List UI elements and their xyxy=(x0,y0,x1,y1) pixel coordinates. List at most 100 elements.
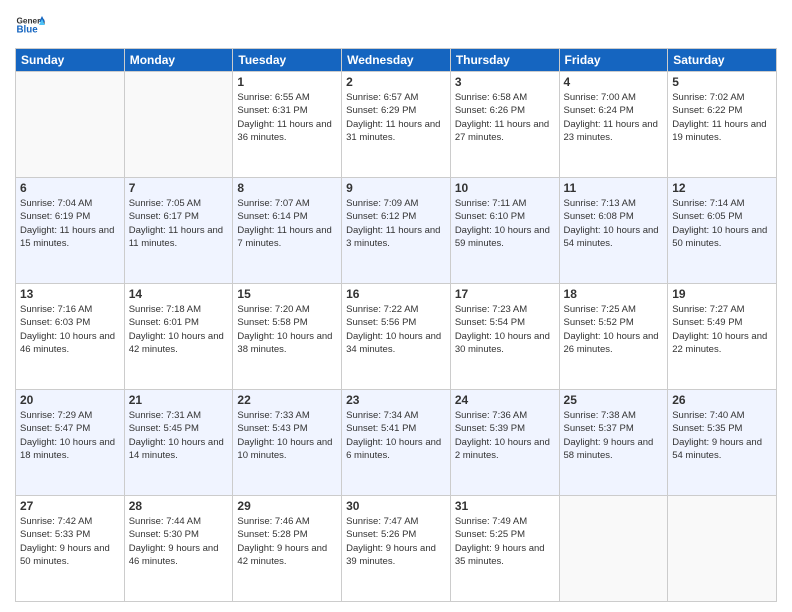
day-number: 30 xyxy=(346,499,446,513)
day-info: Sunrise: 7:40 AM Sunset: 5:35 PM Dayligh… xyxy=(672,409,772,462)
day-info: Sunrise: 7:38 AM Sunset: 5:37 PM Dayligh… xyxy=(564,409,664,462)
day-info: Sunrise: 7:16 AM Sunset: 6:03 PM Dayligh… xyxy=(20,303,120,356)
day-number: 1 xyxy=(237,75,337,89)
day-number: 29 xyxy=(237,499,337,513)
calendar-cell: 20 Sunrise: 7:29 AM Sunset: 5:47 PM Dayli… xyxy=(16,390,125,496)
day-info: Sunrise: 7:47 AM Sunset: 5:26 PM Dayligh… xyxy=(346,515,446,568)
day-info: Sunrise: 7:09 AM Sunset: 6:12 PM Dayligh… xyxy=(346,197,446,250)
calendar-week-row: 13 Sunrise: 7:16 AM Sunset: 6:03 PM Dayli… xyxy=(16,284,777,390)
day-info: Sunrise: 7:02 AM Sunset: 6:22 PM Dayligh… xyxy=(672,91,772,144)
day-number: 17 xyxy=(455,287,555,301)
calendar-cell: 24 Sunrise: 7:36 AM Sunset: 5:39 PM Dayli… xyxy=(450,390,559,496)
day-number: 8 xyxy=(237,181,337,195)
day-info: Sunrise: 7:49 AM Sunset: 5:25 PM Dayligh… xyxy=(455,515,555,568)
calendar-cell: 3 Sunrise: 6:58 AM Sunset: 6:26 PM Daylig… xyxy=(450,72,559,178)
calendar-cell: 11 Sunrise: 7:13 AM Sunset: 6:08 PM Dayli… xyxy=(559,178,668,284)
day-number: 15 xyxy=(237,287,337,301)
svg-text:Blue: Blue xyxy=(17,25,39,36)
calendar-cell: 12 Sunrise: 7:14 AM Sunset: 6:05 PM Dayli… xyxy=(668,178,777,284)
calendar-table: SundayMondayTuesdayWednesdayThursdayFrid… xyxy=(15,48,777,602)
day-info: Sunrise: 7:04 AM Sunset: 6:19 PM Dayligh… xyxy=(20,197,120,250)
day-info: Sunrise: 7:25 AM Sunset: 5:52 PM Dayligh… xyxy=(564,303,664,356)
day-number: 31 xyxy=(455,499,555,513)
calendar-week-row: 6 Sunrise: 7:04 AM Sunset: 6:19 PM Daylig… xyxy=(16,178,777,284)
calendar-cell: 29 Sunrise: 7:46 AM Sunset: 5:28 PM Dayli… xyxy=(233,496,342,602)
day-number: 28 xyxy=(129,499,229,513)
day-number: 22 xyxy=(237,393,337,407)
day-number: 13 xyxy=(20,287,120,301)
calendar-cell: 2 Sunrise: 6:57 AM Sunset: 6:29 PM Daylig… xyxy=(342,72,451,178)
calendar-cell: 16 Sunrise: 7:22 AM Sunset: 5:56 PM Dayli… xyxy=(342,284,451,390)
day-info: Sunrise: 6:57 AM Sunset: 6:29 PM Dayligh… xyxy=(346,91,446,144)
day-number: 4 xyxy=(564,75,664,89)
day-number: 27 xyxy=(20,499,120,513)
day-header-tuesday: Tuesday xyxy=(233,49,342,72)
calendar-cell xyxy=(559,496,668,602)
day-info: Sunrise: 6:55 AM Sunset: 6:31 PM Dayligh… xyxy=(237,91,337,144)
day-header-friday: Friday xyxy=(559,49,668,72)
day-number: 11 xyxy=(564,181,664,195)
day-number: 3 xyxy=(455,75,555,89)
day-info: Sunrise: 7:22 AM Sunset: 5:56 PM Dayligh… xyxy=(346,303,446,356)
day-number: 7 xyxy=(129,181,229,195)
day-info: Sunrise: 7:20 AM Sunset: 5:58 PM Dayligh… xyxy=(237,303,337,356)
day-info: Sunrise: 7:36 AM Sunset: 5:39 PM Dayligh… xyxy=(455,409,555,462)
day-info: Sunrise: 7:33 AM Sunset: 5:43 PM Dayligh… xyxy=(237,409,337,462)
calendar-cell: 23 Sunrise: 7:34 AM Sunset: 5:41 PM Dayli… xyxy=(342,390,451,496)
day-info: Sunrise: 7:11 AM Sunset: 6:10 PM Dayligh… xyxy=(455,197,555,250)
day-number: 19 xyxy=(672,287,772,301)
day-header-sunday: Sunday xyxy=(16,49,125,72)
day-number: 9 xyxy=(346,181,446,195)
day-number: 25 xyxy=(564,393,664,407)
calendar-cell xyxy=(124,72,233,178)
calendar-cell: 14Sunrise: 7:18 AM Sunset: 6:01 PM Dayli… xyxy=(124,284,233,390)
day-info: Sunrise: 7:29 AM Sunset: 5:47 PM Dayligh… xyxy=(20,409,120,462)
calendar-cell xyxy=(16,72,125,178)
day-number: 20 xyxy=(20,393,120,407)
header: General Blue xyxy=(15,10,777,40)
calendar-cell: 7 Sunrise: 7:05 AM Sunset: 6:17 PM Daylig… xyxy=(124,178,233,284)
day-info: Sunrise: 7:23 AM Sunset: 5:54 PM Dayligh… xyxy=(455,303,555,356)
calendar-week-row: 27 Sunrise: 7:42 AM Sunset: 5:33 PM Dayli… xyxy=(16,496,777,602)
day-number: 24 xyxy=(455,393,555,407)
calendar-cell xyxy=(668,496,777,602)
calendar-header-row: SundayMondayTuesdayWednesdayThursdayFrid… xyxy=(16,49,777,72)
calendar-cell: 9 Sunrise: 7:09 AM Sunset: 6:12 PM Daylig… xyxy=(342,178,451,284)
calendar-cell: 18 Sunrise: 7:25 AM Sunset: 5:52 PM Dayli… xyxy=(559,284,668,390)
day-number: 10 xyxy=(455,181,555,195)
calendar-cell: 5Sunrise: 7:02 AM Sunset: 6:22 PM Daylig… xyxy=(668,72,777,178)
calendar-cell: 6 Sunrise: 7:04 AM Sunset: 6:19 PM Daylig… xyxy=(16,178,125,284)
day-header-saturday: Saturday xyxy=(668,49,777,72)
day-number: 6 xyxy=(20,181,120,195)
page: General Blue SundayMondayTuesdayWednesda… xyxy=(0,0,792,612)
day-number: 23 xyxy=(346,393,446,407)
calendar-cell: 26Sunrise: 7:40 AM Sunset: 5:35 PM Dayli… xyxy=(668,390,777,496)
day-number: 2 xyxy=(346,75,446,89)
day-number: 18 xyxy=(564,287,664,301)
day-info: Sunrise: 7:05 AM Sunset: 6:17 PM Dayligh… xyxy=(129,197,229,250)
logo: General Blue xyxy=(15,10,45,40)
day-number: 12 xyxy=(672,181,772,195)
calendar-cell: 4 Sunrise: 7:00 AM Sunset: 6:24 PM Daylig… xyxy=(559,72,668,178)
calendar-week-row: 1 Sunrise: 6:55 AM Sunset: 6:31 PM Daylig… xyxy=(16,72,777,178)
calendar-cell: 30 Sunrise: 7:47 AM Sunset: 5:26 PM Dayli… xyxy=(342,496,451,602)
calendar-cell: 1 Sunrise: 6:55 AM Sunset: 6:31 PM Daylig… xyxy=(233,72,342,178)
calendar-cell: 13 Sunrise: 7:16 AM Sunset: 6:03 PM Dayli… xyxy=(16,284,125,390)
day-info: Sunrise: 7:13 AM Sunset: 6:08 PM Dayligh… xyxy=(564,197,664,250)
calendar-cell: 19Sunrise: 7:27 AM Sunset: 5:49 PM Dayli… xyxy=(668,284,777,390)
day-info: Sunrise: 7:46 AM Sunset: 5:28 PM Dayligh… xyxy=(237,515,337,568)
calendar-cell: 25 Sunrise: 7:38 AM Sunset: 5:37 PM Dayli… xyxy=(559,390,668,496)
day-info: Sunrise: 7:00 AM Sunset: 6:24 PM Dayligh… xyxy=(564,91,664,144)
day-info: Sunrise: 6:58 AM Sunset: 6:26 PM Dayligh… xyxy=(455,91,555,144)
day-info: Sunrise: 7:07 AM Sunset: 6:14 PM Dayligh… xyxy=(237,197,337,250)
calendar-cell: 8 Sunrise: 7:07 AM Sunset: 6:14 PM Daylig… xyxy=(233,178,342,284)
day-number: 16 xyxy=(346,287,446,301)
day-info: Sunrise: 7:34 AM Sunset: 5:41 PM Dayligh… xyxy=(346,409,446,462)
calendar-cell: 28Sunrise: 7:44 AM Sunset: 5:30 PM Dayli… xyxy=(124,496,233,602)
calendar-cell: 21 Sunrise: 7:31 AM Sunset: 5:45 PM Dayli… xyxy=(124,390,233,496)
calendar-cell: 27 Sunrise: 7:42 AM Sunset: 5:33 PM Dayli… xyxy=(16,496,125,602)
day-info: Sunrise: 7:14 AM Sunset: 6:05 PM Dayligh… xyxy=(672,197,772,250)
day-number: 21 xyxy=(129,393,229,407)
day-info: Sunrise: 7:42 AM Sunset: 5:33 PM Dayligh… xyxy=(20,515,120,568)
day-info: Sunrise: 7:31 AM Sunset: 5:45 PM Dayligh… xyxy=(129,409,229,462)
